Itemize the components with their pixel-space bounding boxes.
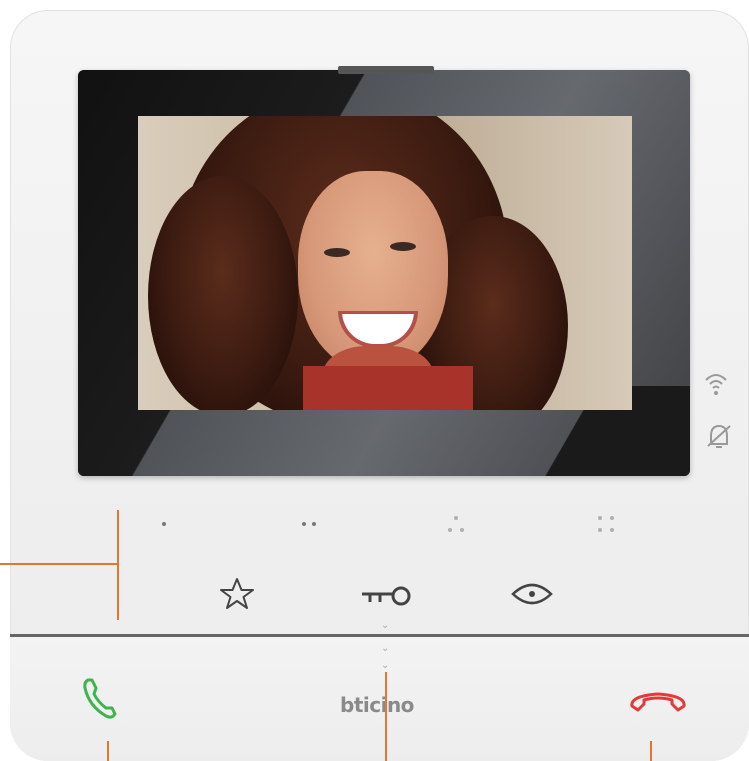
panel-divider bbox=[10, 634, 749, 637]
video-screen[interactable] bbox=[138, 116, 632, 410]
brand-logo: bticino bbox=[340, 693, 414, 717]
key-icon[interactable] bbox=[360, 584, 416, 613]
bell-off-icon bbox=[706, 422, 732, 455]
chevron-down-icon-2: ⌄ bbox=[381, 660, 390, 671]
chevron-up-icon: ⌄ bbox=[381, 620, 390, 631]
phone-answer-icon[interactable] bbox=[76, 674, 126, 729]
star-icon[interactable] bbox=[219, 576, 255, 617]
eye-icon[interactable] bbox=[510, 580, 554, 613]
phone-hangup-icon[interactable] bbox=[628, 686, 688, 725]
chevron-down-icon: ⌄ bbox=[381, 643, 390, 654]
camera-notch bbox=[338, 66, 434, 74]
wifi-icon bbox=[704, 370, 728, 405]
